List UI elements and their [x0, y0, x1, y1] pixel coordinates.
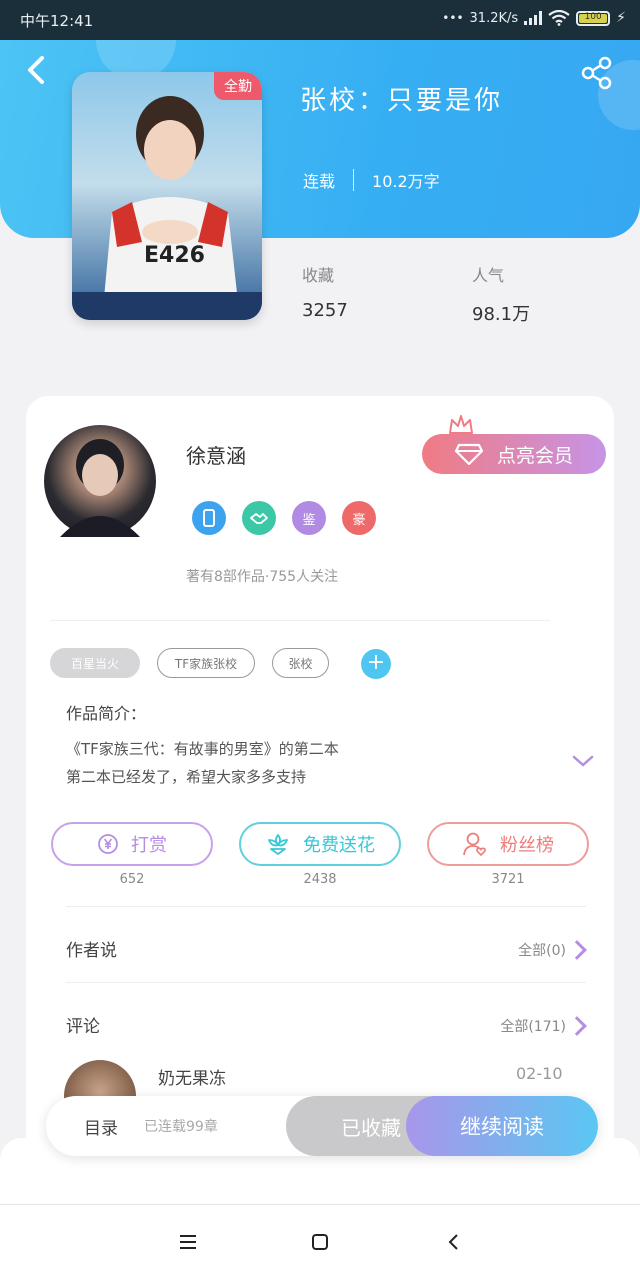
crown-icon [449, 415, 473, 434]
tag-item[interactable]: TF家族张校 [157, 648, 255, 678]
stat-label: 人气 [472, 266, 505, 285]
comment-date: 02-10 [516, 1064, 563, 1083]
phone-badge-icon[interactable] [192, 501, 226, 535]
network-speed: 31.2K/s [469, 10, 519, 26]
send-flower-button[interactable]: 免费送花 [239, 822, 401, 866]
cover-image: E426 [72, 96, 262, 320]
status-time: 中午12:41 [20, 12, 94, 30]
stat-popularity: 人气 98.1万 [472, 262, 530, 326]
catalog-button[interactable]: 目录 [84, 1114, 118, 1139]
dots-icon: ••• [442, 11, 464, 25]
user-heart-icon [463, 832, 486, 857]
fan-count: 3721 [491, 872, 525, 887]
svg-text:E426: E426 [144, 243, 205, 268]
intro-label: 作品简介： [66, 704, 147, 723]
back-icon [28, 56, 44, 84]
cover-badge: 全勤 [214, 72, 262, 100]
chevron-down-icon[interactable] [572, 754, 594, 768]
book-meta: 连载 10.2万字 [303, 168, 440, 192]
fan-ranking-button[interactable]: 粉丝榜 [427, 822, 589, 866]
status-bar: 中午12:41 ••• 31.2K/s 100 ⚡ [0, 0, 640, 40]
handshake-badge-icon[interactable] [242, 501, 276, 535]
book-title: 张校：只要是你 [300, 86, 504, 116]
yen-icon [98, 834, 118, 854]
stat-label: 收藏 [302, 266, 335, 285]
divider [66, 982, 586, 983]
book-cover[interactable]: E426 全勤 [72, 72, 262, 320]
divider [66, 906, 586, 907]
send-flower-label: 免费送花 [303, 835, 375, 856]
battery-icon: 100 [576, 10, 611, 26]
bottom-action-bar: 目录 已连载99章 已收藏 继续阅读 [46, 1096, 598, 1156]
flower-icon [268, 834, 288, 855]
word-count: 10.2万字 [372, 172, 440, 191]
tip-button[interactable]: 打赏 [51, 822, 213, 866]
share-icon [581, 56, 612, 90]
flower-count: 2438 [303, 872, 337, 887]
intro-line: 第二本已经发了，希望大家多多支持 [66, 768, 307, 786]
author-says-link[interactable]: 全部(0) [518, 940, 566, 960]
author-subtitle: 著有8部作品·755人关注 [186, 569, 339, 585]
serial-status: 连载 [303, 172, 336, 191]
badge-hao[interactable]: 豪 [342, 501, 376, 535]
charging-icon: ⚡ [616, 10, 626, 26]
tag-item[interactable]: 百星当火 [50, 648, 140, 678]
comments-title: 评论 [66, 1017, 100, 1037]
commenter-name[interactable]: 奶无果冻 [158, 1064, 226, 1089]
author-avatar[interactable] [44, 425, 156, 537]
menu-icon[interactable] [178, 1233, 198, 1251]
avatar-image [60, 439, 140, 537]
signal-icon [524, 11, 543, 25]
system-nav-bar [0, 1204, 640, 1280]
author-badges: 鉴 豪 [192, 501, 376, 535]
member-button[interactable]: 点亮会员 [422, 434, 606, 474]
comments-link[interactable]: 全部(171) [500, 1016, 566, 1036]
add-tag-button[interactable]: + [361, 649, 391, 679]
wifi-icon [548, 10, 570, 26]
serial-chapters: 已连载99章 [144, 1119, 218, 1135]
member-label: 点亮会员 [496, 444, 573, 467]
tip-label: 打赏 [131, 835, 167, 856]
divider [50, 620, 550, 621]
back-triangle-icon[interactable] [446, 1232, 462, 1252]
badge-jian[interactable]: 鉴 [292, 501, 326, 535]
stat-value: 3257 [302, 300, 348, 321]
share-button[interactable] [580, 56, 614, 90]
author-name[interactable]: 徐意涵 [186, 440, 246, 469]
diamond-icon [454, 443, 483, 465]
plus-icon: + [366, 650, 386, 675]
back-button[interactable] [20, 52, 56, 88]
intro-line: 《TF家族三代：有故事的男室》的第二本 [66, 740, 339, 758]
tag-item[interactable]: 张校 [272, 648, 329, 678]
home-square-icon[interactable] [310, 1232, 330, 1252]
stat-collect: 收藏 3257 [302, 262, 348, 321]
meta-divider [353, 169, 355, 191]
fan-ranking-label: 粉丝榜 [500, 835, 554, 856]
tip-count: 652 [119, 872, 145, 887]
continue-reading-button[interactable]: 继续阅读 [406, 1096, 598, 1156]
stat-value: 98.1万 [472, 304, 531, 325]
status-icons: ••• 31.2K/s 100 ⚡ [442, 10, 626, 26]
author-says-title: 作者说 [66, 941, 117, 961]
